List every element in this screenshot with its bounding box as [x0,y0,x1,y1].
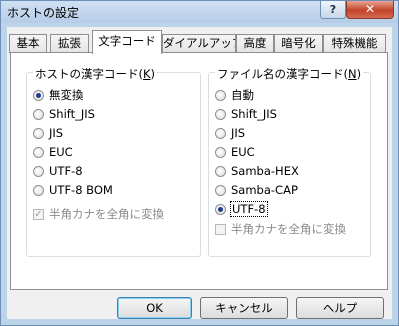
filename-kanji-group: ファイル名の漢字コード(N) 自動 Shift_JIS JIS EUC Samb… [208,66,371,257]
radio-icon[interactable] [215,89,226,101]
dialog-window: ホストの設定 ? ✕ 基本 拡張 文字コード ダイアルアップ 高度 暗号化 特殊… [0,0,399,326]
host-option-none[interactable]: 無変換 [33,87,84,103]
tab-advanced[interactable]: 高度 [236,34,274,53]
help-title-button[interactable]: ? [320,1,346,19]
filename-option-samba-cap[interactable]: Samba-CAP [215,182,298,198]
host-kanji-legend: ホストの漢字コード(K) [33,66,158,82]
close-button[interactable]: ✕ [346,1,394,19]
radio-icon[interactable] [33,165,44,177]
host-hankaku-checkbox[interactable]: ✓ 半角カナを全角に変換 [33,206,164,222]
radio-icon[interactable] [33,108,44,120]
tab-strip: 基本 拡張 文字コード ダイアルアップ 高度 暗号化 特殊機能 [7,27,392,54]
charcode-panel: ホストの漢字コード(K) 無変換 Shift_JIS JIS EUC UTF-8… [10,52,388,290]
radio-icon[interactable] [33,146,44,158]
radio-icon[interactable] [33,127,44,139]
radio-icon[interactable] [215,184,226,196]
help-button[interactable]: ヘルプ [296,297,384,319]
tab-dialup[interactable]: ダイアルアップ [162,34,236,53]
radio-icon[interactable] [215,127,226,139]
filename-option-samba-hex[interactable]: Samba-HEX [215,163,299,179]
tab-charcode[interactable]: 文字コード [92,30,162,54]
filename-hankaku-checkbox[interactable]: 半角カナを全角に変換 [215,221,346,237]
host-option-utf8bom[interactable]: UTF-8 BOM [33,182,113,198]
tab-extended[interactable]: 拡張 [50,34,89,53]
radio-selected-icon[interactable] [33,89,44,101]
tab-basic[interactable]: 基本 [9,34,47,53]
ok-button[interactable]: OK [117,297,192,319]
filename-option-sjis[interactable]: Shift_JIS [215,106,277,122]
cancel-button[interactable]: キャンセル [200,297,288,319]
host-kanji-group: ホストの漢字コード(K) 無変換 Shift_JIS JIS EUC UTF-8… [26,66,201,257]
window-title: ホストの設定 [7,6,80,20]
radio-icon[interactable] [215,108,226,120]
host-option-utf8[interactable]: UTF-8 [33,163,83,179]
dialog-client: 基本 拡張 文字コード ダイアルアップ 高度 暗号化 特殊機能 ホストの漢字コー… [7,27,392,319]
filename-option-euc[interactable]: EUC [215,144,255,160]
host-option-sjis[interactable]: Shift_JIS [33,106,95,122]
filename-option-jis[interactable]: JIS [215,125,245,141]
checkbox-checked-icon[interactable]: ✓ [33,208,44,220]
title-bar: ホストの設定 ? ✕ [1,1,398,23]
host-option-jis[interactable]: JIS [33,125,63,141]
radio-selected-icon[interactable] [215,203,226,215]
host-option-euc[interactable]: EUC [33,144,73,160]
checkbox-icon[interactable] [215,223,226,235]
radio-icon[interactable] [215,146,226,158]
radio-icon[interactable] [215,165,226,177]
radio-icon[interactable] [33,184,44,196]
filename-kanji-legend: ファイル名の漢字コード(N) [215,66,364,82]
filename-option-utf8[interactable]: UTF-8 [215,201,268,217]
tab-special[interactable]: 特殊機能 [323,34,386,53]
filename-option-auto[interactable]: 自動 [215,87,254,103]
tab-encryption[interactable]: 暗号化 [274,34,323,53]
